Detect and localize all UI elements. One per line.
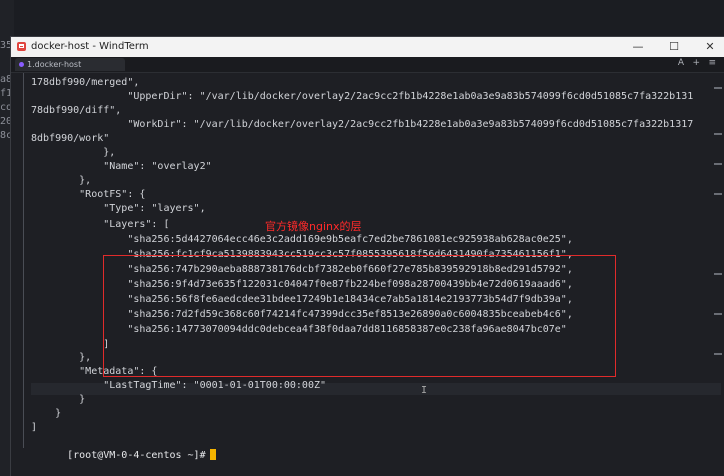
terminal-line: }: [31, 394, 86, 405]
fold-guide: [23, 73, 24, 448]
windterm-app-icon: [17, 42, 26, 51]
title-bar[interactable]: docker-host - WindTerm — ☐ ✕: [11, 37, 724, 57]
scroll-marker: [714, 353, 722, 355]
layers-annotation: 官方镜像nginx的层: [265, 220, 362, 233]
terminal-line: ]: [31, 422, 38, 433]
layer-hash-line: "sha256:5d4427064ecc46e3c2add169e9b5eafc…: [31, 234, 573, 245]
tab-bar: 1.docker-host A + ≡: [11, 57, 724, 73]
window-title: docker-host - WindTerm: [31, 41, 149, 52]
terminal-line: 78dbf990/diff",: [31, 105, 122, 116]
tab-label: 1.docker-host: [27, 60, 82, 69]
scrollbar[interactable]: [714, 73, 722, 473]
ibeam-cursor-icon: I: [421, 385, 428, 396]
maximize-button[interactable]: ☐: [660, 38, 688, 56]
terminal-line: },: [31, 147, 116, 158]
terminal-line: "Type": "layers",: [31, 203, 206, 214]
scroll-marker: [714, 87, 722, 89]
terminal-line: ]: [31, 339, 110, 350]
font-icon[interactable]: A: [678, 58, 684, 68]
scroll-marker: [714, 133, 722, 135]
terminal-line: }: [31, 408, 62, 419]
tab-docker-host[interactable]: 1.docker-host: [15, 58, 125, 71]
terminal-line: 8dbf990/work": [31, 133, 110, 144]
terminal-line: "Layers": [: [31, 219, 170, 230]
minimize-button[interactable]: —: [624, 38, 652, 56]
terminal-line: "LastTagTime": "0001-01-01T00:00:00Z": [31, 380, 327, 391]
shell-prompt: [root@VM-0-4-centos ~]#: [67, 450, 206, 461]
terminal-output[interactable]: 178dbf990/merged", "UpperDir": "/var/lib…: [11, 73, 724, 476]
tab-menu-icon[interactable]: ≡: [708, 58, 716, 68]
terminal-line: "Name": "overlay2": [31, 161, 212, 172]
windterm-window: docker-host - WindTerm — ☐ ✕ 1.docker-ho…: [10, 36, 724, 476]
scroll-marker: [714, 193, 722, 195]
layers-highlight-box: [103, 255, 616, 377]
terminal-cursor: [209, 449, 216, 460]
scroll-marker: [714, 163, 722, 165]
terminal-line: },: [31, 352, 92, 363]
shell-prompt-line[interactable]: [root@VM-0-4-centos ~]#: [31, 437, 216, 474]
session-dot-icon: [19, 62, 24, 67]
new-tab-icon[interactable]: +: [692, 58, 700, 68]
scroll-marker: [714, 313, 722, 315]
terminal-line: },: [31, 175, 92, 186]
terminal-line: "UpperDir": "/var/lib/docker/overlay2/2a…: [31, 91, 694, 102]
terminal-line: "RootFS": {: [31, 189, 146, 200]
scroll-marker: [714, 273, 722, 275]
terminal-line: 178dbf990/merged",: [31, 77, 140, 88]
close-button[interactable]: ✕: [696, 38, 724, 56]
terminal-line: "WorkDir": "/var/lib/docker/overlay2/2ac…: [31, 119, 694, 130]
